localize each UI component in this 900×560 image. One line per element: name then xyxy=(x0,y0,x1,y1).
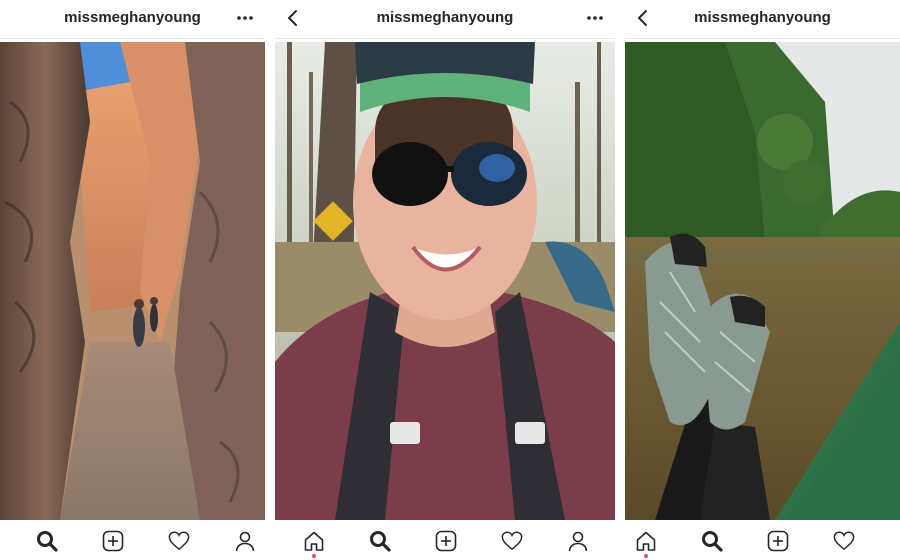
add-icon[interactable] xyxy=(765,528,791,554)
post-photo-selfie[interactable] xyxy=(275,42,615,520)
bottom-nav xyxy=(625,522,900,560)
bottom-nav xyxy=(275,522,615,560)
home-icon[interactable] xyxy=(633,528,659,554)
post-photo-river-boat[interactable] xyxy=(625,42,900,520)
post-panel-1: missmeghanyoung xyxy=(0,0,265,560)
heart-icon[interactable] xyxy=(499,528,525,554)
post-panel-3: missmeghanyoung xyxy=(625,0,900,560)
heart-icon[interactable] xyxy=(831,528,857,554)
post-header: missmeghanyoung xyxy=(625,0,900,39)
add-icon[interactable] xyxy=(433,528,459,554)
username-label[interactable]: missmeghanyoung xyxy=(0,9,265,26)
notification-dot xyxy=(644,554,648,558)
post-header: missmeghanyoung xyxy=(0,0,265,39)
notification-dot xyxy=(312,554,316,558)
username-label[interactable]: missmeghanyoung xyxy=(275,9,615,26)
post-photo-slot-canyon[interactable] xyxy=(0,42,265,520)
username-label[interactable]: missmeghanyoung xyxy=(625,9,900,26)
more-options-icon[interactable] xyxy=(233,4,257,32)
profile-icon[interactable] xyxy=(565,528,591,554)
bottom-nav xyxy=(0,522,265,560)
add-icon[interactable] xyxy=(100,528,126,554)
more-options-icon[interactable] xyxy=(583,4,607,32)
search-icon[interactable] xyxy=(699,528,725,554)
heart-icon[interactable] xyxy=(166,528,192,554)
search-icon[interactable] xyxy=(367,528,393,554)
home-icon[interactable] xyxy=(301,528,327,554)
search-icon[interactable] xyxy=(34,528,60,554)
profile-icon[interactable] xyxy=(232,528,258,554)
post-header: missmeghanyoung xyxy=(275,0,615,39)
post-panel-2: missmeghanyoung xyxy=(275,0,615,560)
